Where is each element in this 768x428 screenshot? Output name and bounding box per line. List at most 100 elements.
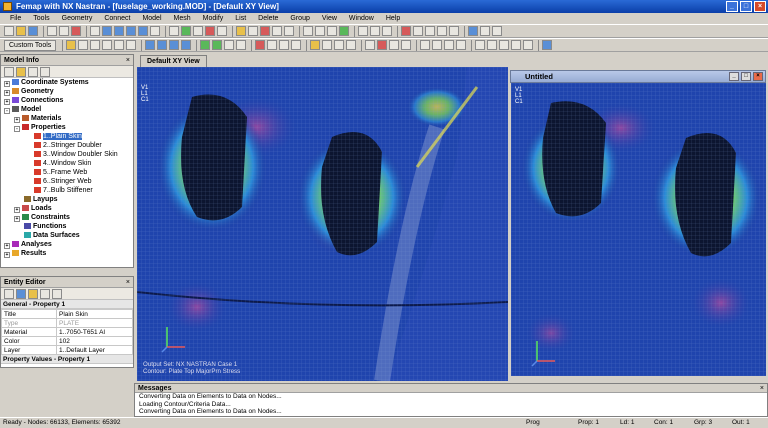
tree-item[interactable]: Functions bbox=[1, 222, 133, 231]
menu-modify[interactable]: Modify bbox=[197, 13, 230, 24]
untitled-minimize-button[interactable]: _ bbox=[729, 72, 739, 81]
dimension-icon[interactable] bbox=[499, 40, 510, 50]
tree-item[interactable]: 5..Frame Web bbox=[1, 168, 133, 177]
tab-default-xy-view[interactable]: Default XY View bbox=[140, 55, 207, 67]
analyze-icon[interactable] bbox=[236, 26, 246, 36]
ee-value-material[interactable]: 1..7050-T651 Al bbox=[56, 327, 133, 337]
entity-select-icon[interactable] bbox=[492, 26, 502, 36]
menu-view[interactable]: View bbox=[316, 13, 343, 24]
untitled-maximize-button[interactable]: □ bbox=[741, 72, 751, 81]
delete-icon[interactable] bbox=[71, 26, 81, 36]
tree-item[interactable]: + Results bbox=[1, 249, 133, 258]
mesh-control-icon[interactable] bbox=[200, 40, 211, 50]
free-edge-icon[interactable] bbox=[279, 40, 290, 50]
results-icon[interactable] bbox=[248, 26, 258, 36]
view-pan-icon[interactable] bbox=[114, 26, 124, 36]
maximize-button[interactable]: □ bbox=[740, 1, 752, 12]
menu-geometry[interactable]: Geometry bbox=[56, 13, 99, 24]
close-button[interactable]: × bbox=[754, 1, 766, 12]
point-icon[interactable] bbox=[66, 40, 77, 50]
post-freebody-icon[interactable] bbox=[389, 40, 400, 50]
menu-list[interactable]: List bbox=[229, 13, 252, 24]
hidden-line-icon[interactable] bbox=[449, 26, 459, 36]
tree-item[interactable]: - Properties bbox=[1, 123, 133, 132]
color-icon[interactable] bbox=[401, 26, 411, 36]
tree-item[interactable]: + Coordinate Systems bbox=[1, 78, 133, 87]
render-icon[interactable] bbox=[413, 26, 423, 36]
menu-window[interactable]: Window bbox=[343, 13, 380, 24]
entity-editor-close-icon[interactable]: × bbox=[126, 277, 130, 288]
bracket-icon[interactable] bbox=[475, 40, 486, 50]
node-icon[interactable] bbox=[181, 26, 191, 36]
grid-icon[interactable] bbox=[303, 26, 313, 36]
view-new-icon[interactable] bbox=[334, 40, 345, 50]
surface-icon[interactable] bbox=[114, 40, 125, 50]
tree-folder-icon[interactable] bbox=[16, 66, 26, 77]
constraint-icon[interactable] bbox=[217, 26, 227, 36]
group-icon[interactable] bbox=[327, 26, 337, 36]
ee-refresh-icon[interactable] bbox=[16, 288, 26, 299]
ee-apply-icon[interactable] bbox=[52, 288, 62, 299]
arc-icon[interactable] bbox=[90, 40, 101, 50]
load-icon[interactable] bbox=[205, 26, 215, 36]
measure-icon[interactable] bbox=[370, 26, 380, 36]
query-icon[interactable] bbox=[382, 26, 392, 36]
merge-icon[interactable] bbox=[267, 40, 278, 50]
mesh-solid-icon[interactable] bbox=[236, 40, 247, 50]
line-icon[interactable] bbox=[78, 40, 89, 50]
menu-model[interactable]: Model bbox=[136, 13, 167, 24]
view-select-icon[interactable] bbox=[322, 40, 333, 50]
tree-item[interactable]: + Loads bbox=[1, 204, 133, 213]
tree-item[interactable]: 6..Stringer Web bbox=[1, 177, 133, 186]
workplane-icon[interactable] bbox=[468, 26, 478, 36]
view-zoom-icon[interactable] bbox=[126, 26, 136, 36]
parenthesis-icon[interactable] bbox=[487, 40, 498, 50]
tree-item[interactable]: - Model bbox=[1, 105, 133, 114]
menu-help[interactable]: Help bbox=[380, 13, 406, 24]
menu-connect[interactable]: Connect bbox=[98, 13, 136, 24]
minimize-button[interactable]: _ bbox=[726, 1, 738, 12]
layer-icon[interactable] bbox=[315, 26, 325, 36]
deform-icon[interactable] bbox=[272, 26, 282, 36]
undo-icon[interactable] bbox=[47, 26, 57, 36]
animate-icon[interactable] bbox=[284, 26, 294, 36]
select-icon[interactable] bbox=[90, 26, 100, 36]
tree-item[interactable]: 2..Stringer Doubler bbox=[1, 141, 133, 150]
normals-icon[interactable] bbox=[291, 40, 302, 50]
menu-mesh[interactable]: Mesh bbox=[168, 13, 197, 24]
ee-sort-icon[interactable] bbox=[40, 288, 50, 299]
view-autoscale-icon[interactable] bbox=[138, 26, 148, 36]
tree-options-icon[interactable] bbox=[40, 66, 50, 77]
tree-item[interactable]: + Connections bbox=[1, 96, 133, 105]
mesh-surface-icon[interactable] bbox=[224, 40, 235, 50]
entity-layer-icon[interactable] bbox=[432, 40, 443, 50]
model-info-close-icon[interactable]: × bbox=[126, 55, 130, 66]
expand-icon[interactable]: + bbox=[4, 252, 10, 258]
menu-tools[interactable]: Tools bbox=[27, 13, 55, 24]
tree-item[interactable]: + Analyses bbox=[1, 240, 133, 249]
tree-item[interactable]: + Constraints bbox=[1, 213, 133, 222]
untitled-close-button[interactable]: × bbox=[753, 72, 763, 81]
visibility-icon[interactable] bbox=[339, 26, 349, 36]
post-xy-plot-icon[interactable] bbox=[401, 40, 412, 50]
mesh-size-icon[interactable] bbox=[212, 40, 223, 50]
save-icon[interactable] bbox=[28, 26, 38, 36]
move-icon[interactable] bbox=[157, 40, 168, 50]
menu-delete[interactable]: Delete bbox=[252, 13, 284, 24]
tree-item[interactable]: 1..Plain Skin bbox=[1, 132, 133, 141]
text-icon[interactable] bbox=[511, 40, 522, 50]
tree-expand-icon[interactable] bbox=[4, 66, 14, 77]
ee-select-icon[interactable] bbox=[28, 288, 38, 299]
tree-item[interactable]: + Materials bbox=[1, 114, 133, 123]
tree-filter-icon[interactable] bbox=[28, 66, 38, 77]
view-rotate-icon[interactable] bbox=[102, 26, 112, 36]
new-file-icon[interactable] bbox=[4, 26, 14, 36]
tree-item[interactable]: + Geometry bbox=[1, 87, 133, 96]
tree-item[interactable]: 3..Window Doubler Skin bbox=[1, 150, 133, 159]
curve-icon[interactable] bbox=[102, 40, 113, 50]
contour-icon[interactable] bbox=[260, 26, 270, 36]
messages-close-icon[interactable]: × bbox=[760, 384, 764, 393]
untitled-view-titlebar[interactable]: Untitled _ □ × bbox=[510, 70, 766, 83]
tree-item[interactable]: 4..Window Skin bbox=[1, 159, 133, 168]
menu-group[interactable]: Group bbox=[284, 13, 315, 24]
